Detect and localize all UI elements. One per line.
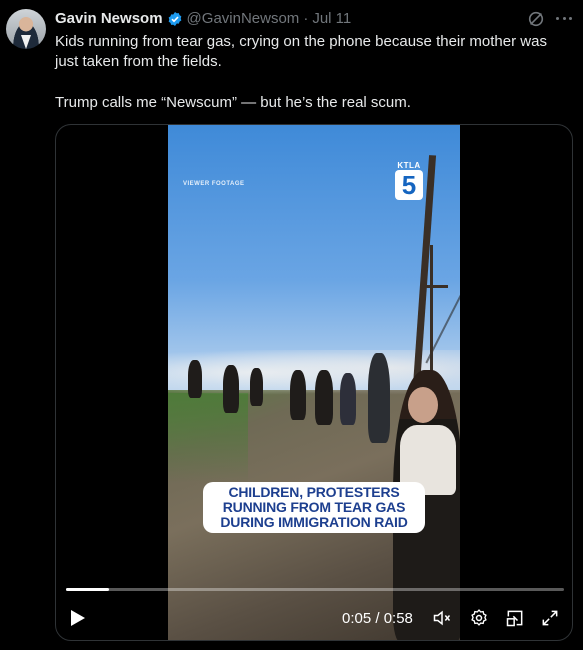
author-handle[interactable]: @GavinNewsom	[187, 10, 300, 28]
grok-icon[interactable]	[527, 10, 545, 28]
volume-icon[interactable]	[432, 608, 452, 628]
tweet-header: Gavin Newsom @GavinNewsom · Jul 11	[55, 10, 351, 28]
tweet-text-line-2: Trump calls me “Newscum” — but he’s the …	[55, 94, 411, 111]
caption-line: RUNNING FROM TEAR GAS	[222, 499, 406, 515]
video-progress-fill	[66, 588, 109, 591]
author-name[interactable]: Gavin Newsom	[55, 10, 163, 28]
video-player[interactable]: VIEWER FOOTAGE KTLA 5 CHILDREN, PROTESTE…	[55, 124, 573, 641]
caption-line: DURING IMMIGRATION RAID	[220, 514, 408, 530]
picture-in-picture-icon[interactable]	[505, 608, 525, 628]
separator-dot: ·	[303, 10, 309, 27]
video-progress-bar[interactable]	[66, 588, 564, 591]
video-caption: CHILDREN, PROTESTERS RUNNING FROM TEAR G…	[203, 482, 425, 533]
profile-avatar[interactable]	[6, 9, 46, 49]
tweet-text-line-1: Kids running from tear gas, crying on th…	[55, 33, 547, 70]
ktla-logo: KTLA 5	[392, 161, 426, 201]
tweet-date[interactable]: Jul 11	[312, 10, 351, 28]
video-frame[interactable]: VIEWER FOOTAGE KTLA 5 CHILDREN, PROTESTE…	[168, 125, 460, 640]
viewer-footage-label: VIEWER FOOTAGE	[183, 181, 245, 187]
verified-badge-icon[interactable]	[167, 11, 183, 27]
tweet: Gavin Newsom @GavinNewsom · Jul 11 Kids …	[0, 0, 583, 650]
caption-line: CHILDREN, PROTESTERS	[228, 484, 400, 500]
play-icon[interactable]	[70, 609, 86, 627]
video-controls: 0:05 / 0:58	[56, 603, 572, 633]
settings-icon[interactable]	[469, 608, 489, 628]
video-time: 0:05 / 0:58	[342, 610, 413, 627]
ktla-logo-number: 5	[395, 170, 423, 200]
ktla-logo-text: KTLA	[397, 161, 421, 170]
more-options-icon[interactable]	[556, 17, 572, 21]
fullscreen-icon[interactable]	[540, 608, 560, 628]
tweet-text: Kids running from tear gas, crying on th…	[55, 32, 570, 113]
